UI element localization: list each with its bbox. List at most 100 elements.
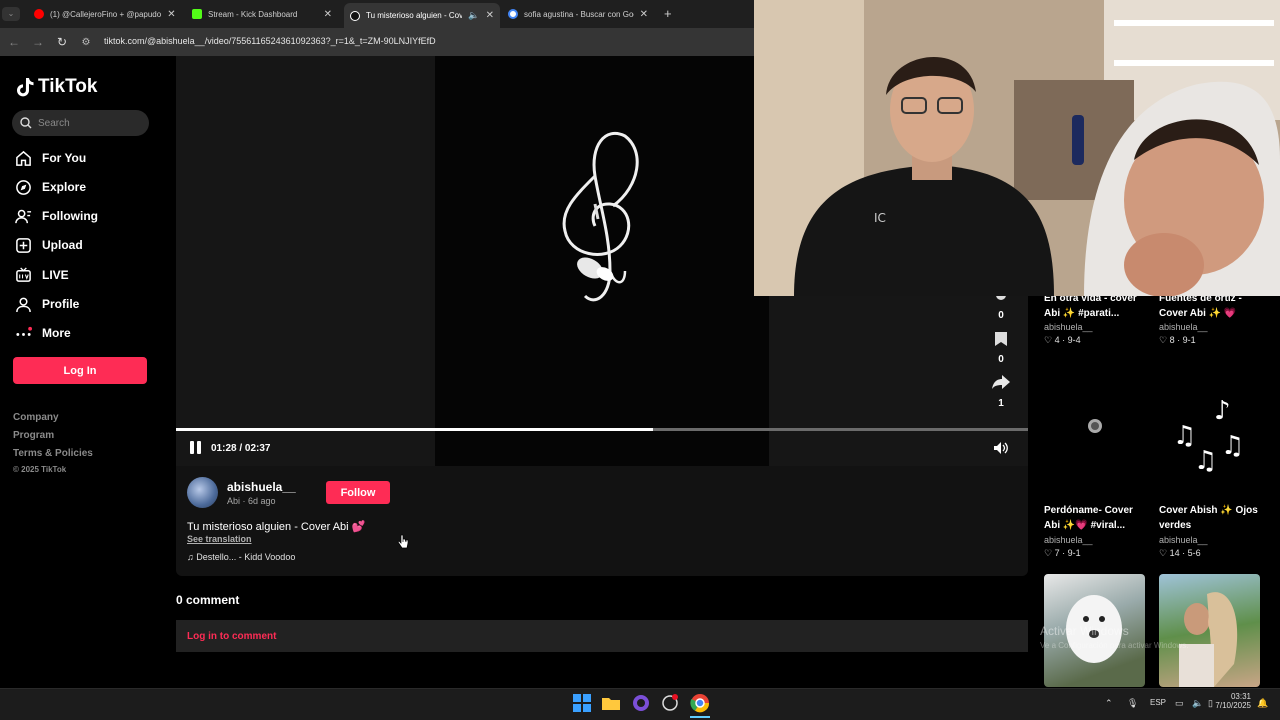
svg-text:♫: ♫ [1194,446,1217,476]
share-icon[interactable] [991,374,1011,390]
obs-icon[interactable] [631,693,651,713]
nav-explore[interactable]: Explore [15,177,86,197]
login-button[interactable]: Log In [13,357,147,384]
close-tab-icon[interactable]: ✕ [640,9,648,20]
address-bar-url[interactable]: tiktok.com/@abishuela__/video/7556116524… [104,36,436,46]
back-icon[interactable]: ← [2,35,26,49]
bookmark-icon[interactable] [994,331,1008,347]
windows-start-icon[interactable] [572,693,592,713]
svg-text:♪: ♪ [1214,396,1231,426]
related-video-author[interactable]: abishuela__ [1159,322,1208,332]
video-frame[interactable] [435,56,769,466]
related-video-stats: ♡ 4 · 9-4 [1044,335,1081,345]
nav-upload[interactable]: Upload [15,235,83,255]
footer-link-program[interactable]: Program [13,430,54,441]
battery-icon[interactable]: ▯ [1208,698,1213,709]
search-input[interactable]: Search [12,110,149,136]
related-video-author[interactable]: abishuela__ [1159,535,1208,545]
youtube-icon [34,9,44,19]
taskbar-clock[interactable]: 03:31 7/10/2025 [1215,692,1251,710]
nav-for-you[interactable]: For You [15,148,86,168]
compass-icon [16,179,31,195]
app-icon[interactable] [660,693,680,713]
related-video-stats: ♡ 8 · 9-1 [1159,335,1196,345]
heart-icon: ♡ [1044,335,1053,345]
login-to-comment-bar[interactable]: Log in to comment [176,620,1028,652]
language-indicator[interactable]: ESP [1150,698,1166,707]
footer-link-terms[interactable]: Terms & Policies [13,448,93,459]
music-notes-icon: ♫♪♫♫ [1173,396,1244,476]
reload-icon[interactable]: ↻ [50,35,74,49]
site-info-icon[interactable]: ⚙ [74,37,98,48]
author-meta: Abi · 6d ago [227,496,276,506]
svg-text:IC: IC [874,211,886,225]
volume-tray-icon[interactable]: 🔈 [1192,698,1203,709]
volume-icon[interactable] [993,441,1009,455]
svg-text:♫: ♫ [1173,421,1196,451]
treble-clef-earphones-image [562,132,639,302]
browser-tab[interactable]: (1) @CallejeroFino + @papudo ✕ [28,4,180,24]
avatar[interactable] [187,477,218,508]
related-video-title[interactable]: Perdóname- Cover Abi ✨💗 #viral... [1044,503,1154,533]
profile-icon [16,297,31,312]
author-username[interactable]: abishuela__ [227,480,296,494]
close-tab-icon[interactable]: ✕ [486,10,494,21]
related-video-stats: ♡ 14 · 5-6 [1159,548,1201,558]
related-video-author[interactable]: abishuela__ [1044,535,1093,545]
mouse-cursor-icon [397,534,409,549]
google-icon [508,9,518,19]
see-translation-link[interactable]: See translation [187,534,252,544]
related-video-thumbnail[interactable]: ♫ ♪ ♫ ♫ [1159,364,1260,500]
home-icon [16,150,31,166]
heart-emoji-icon: 💕 [351,521,366,533]
upload-icon [16,237,31,253]
couple-photo [1179,592,1238,687]
nav-following[interactable]: Following [15,206,98,226]
nav-profile[interactable]: Profile [15,294,79,314]
browser-tab[interactable]: Stream - Kick Dashboard ✕ [186,4,338,24]
svg-text:♫: ♫ [1221,431,1244,461]
video-timecode: 01:28 / 02:37 [211,443,271,454]
heart-icon: ♡ [1159,335,1168,345]
browser-tab[interactable]: sofia agustina - Buscar con Goo ✕ [502,4,654,24]
browser-tab-active[interactable]: Tu misterioso alguien - Cov 🔈 ✕ [344,3,500,28]
related-video-stats: ♡ 7 · 9-1 [1044,548,1081,558]
copyright: © 2025 TikTok [13,465,67,474]
related-video-thumbnail[interactable] [1159,574,1260,687]
chrome-icon[interactable] [690,693,710,713]
nav-live[interactable]: LIVE [15,265,69,285]
forward-icon[interactable]: → [26,35,50,49]
comment-count: 0 comment [176,593,240,607]
close-tab-icon[interactable]: ✕ [324,9,332,20]
footer-link-company[interactable]: Company [13,412,59,423]
music-link[interactable]: ♫ Destello... - Kidd Voodoo [187,552,295,562]
like-count: 0 [998,310,1004,321]
audio-playing-icon[interactable]: 🔈 [468,10,479,21]
heart-icon: ♡ [1044,548,1053,558]
network-icon[interactable]: ▭ [1175,698,1184,709]
pause-button[interactable] [190,441,204,455]
close-tab-icon[interactable]: ✕ [167,9,175,20]
login-to-comment-link[interactable]: Log in to comment [187,631,276,642]
microphone-icon[interactable]: 🎙 [1127,698,1138,709]
browser-toolbar: ← → ↻ ⚙ tiktok.com/@abishuela__/video/75… [0,28,754,56]
nav-more[interactable]: More [15,323,71,343]
video-progress-bar[interactable] [176,428,1028,431]
tab-search-icon[interactable]: ⌄ [2,7,20,21]
new-tab-button[interactable]: + [664,6,672,21]
music-note-icon: ♫ [187,552,194,562]
more-icon [16,326,32,336]
webcam-overlay: IC [754,0,1280,296]
related-video-thumbnail[interactable] [1044,364,1145,500]
video-progress-fill [176,428,654,431]
browser-tab-bar: ⌄ (1) @CallejeroFino + @papudo ✕ Stream … [0,0,754,28]
file-explorer-icon[interactable] [601,693,621,713]
related-video-title[interactable]: Cover Abish ✨ Ojos verdes [1159,503,1274,533]
notification-bell-icon[interactable]: 🔔 [1257,698,1268,709]
earphone-icon [1088,419,1102,433]
related-video-author[interactable]: abishuela__ [1044,322,1093,332]
tray-overflow-icon[interactable]: ⌃ [1105,698,1113,709]
follow-button[interactable]: Follow [326,481,390,504]
search-icon [20,117,32,129]
tiktok-logo[interactable]: TikTok [16,76,97,98]
